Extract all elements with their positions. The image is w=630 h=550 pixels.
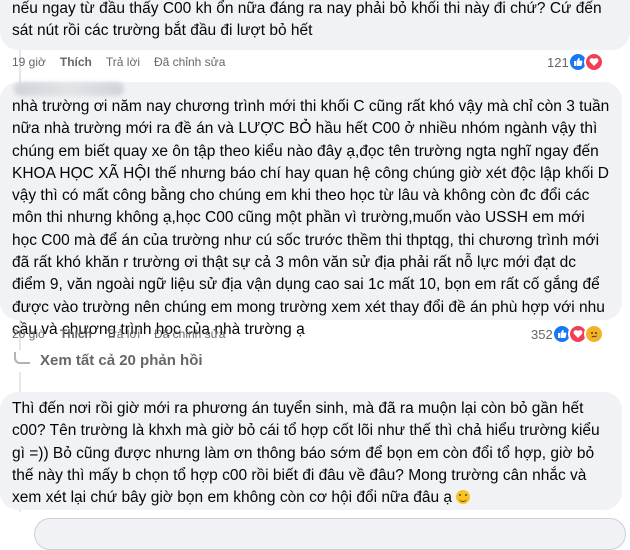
reaction-summary[interactable]: 352 — [531, 324, 604, 344]
comment-text-content: Thì đến nơi rồi giờ mới ra phương án tuy… — [12, 400, 604, 507]
reply-input[interactable] — [34, 518, 626, 550]
comment-text: nhà trường ơi năm nay chương trình mới t… — [12, 98, 614, 338]
comment-bubble: nếu ngay từ đầu thấy C00 kh ổn nữa đáng … — [0, 0, 630, 50]
comment-actions: 19 giờ Thích Trả lời Đã chỉnh sửa — [12, 55, 225, 69]
reaction-count: 352 — [531, 326, 553, 342]
edited-label[interactable]: Đã chỉnh sửa — [154, 55, 225, 69]
comment-time[interactable]: 20 giờ — [12, 327, 46, 341]
sad-icon — [583, 324, 604, 344]
reaction-summary[interactable]: 121 — [547, 52, 604, 72]
like-button[interactable]: Thích — [60, 327, 92, 341]
reply-button[interactable]: Trả lời — [106, 55, 140, 69]
edited-label[interactable]: Đã chỉnh sửa — [154, 327, 225, 341]
smile-emoji-icon — [456, 490, 471, 505]
comment-text: Thì đến nơi rồi giờ mới ra phương án tuy… — [12, 398, 610, 509]
reply-button[interactable]: Trả lời — [106, 327, 140, 341]
author-name-redacted[interactable] — [14, 82, 124, 96]
reply-arrow-icon — [14, 351, 30, 364]
comment-bubble: Thì đến nơi rồi giờ mới ra phương án tuy… — [0, 392, 622, 510]
comment-bubble: nhà trường ơi năm nay chương trình mới t… — [0, 82, 622, 338]
love-icon — [583, 52, 604, 72]
comment-text: nếu ngay từ đầu thấy C00 kh ổn nữa đáng … — [12, 0, 606, 40]
comment-time[interactable]: 19 giờ — [12, 55, 46, 69]
view-all-replies-link[interactable]: Xem tất cả 20 phản hồi — [14, 351, 203, 369]
comment-actions: 20 giờ Thích Trả lời Đã chỉnh sửa — [12, 327, 225, 341]
reaction-count: 121 — [547, 54, 569, 70]
view-replies-label: Xem tất cả 20 phản hồi — [40, 352, 203, 369]
like-button[interactable]: Thích — [60, 55, 92, 69]
